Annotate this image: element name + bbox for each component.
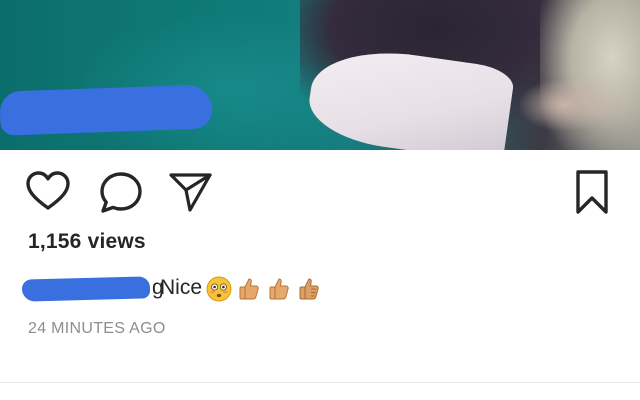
thumbs-up-emoji-icon xyxy=(296,276,322,302)
view-count: 1,156 views xyxy=(28,230,146,253)
send-paper-plane-icon xyxy=(169,173,212,212)
post-actions xyxy=(0,168,640,218)
comment-button[interactable] xyxy=(97,168,145,216)
save-button[interactable] xyxy=(568,168,616,216)
like-button[interactable] xyxy=(24,168,72,216)
thumbs-up-emoji-icon xyxy=(236,276,262,302)
divider xyxy=(0,382,640,383)
post-video[interactable] xyxy=(0,0,640,150)
post-timestamp: 24 MINUTES AGO xyxy=(28,320,166,337)
heart-icon xyxy=(26,171,70,210)
bookmark-icon xyxy=(576,170,608,214)
comment-bubble-icon xyxy=(100,172,142,213)
video-hand xyxy=(520,80,610,130)
redaction-mark xyxy=(0,84,213,136)
caption-text: Nice xyxy=(160,276,203,299)
share-button[interactable] xyxy=(166,168,214,216)
thumbs-up-emoji-icon xyxy=(266,276,292,302)
flushed-face-emoji-icon xyxy=(206,276,232,302)
caption: g Nice xyxy=(21,274,622,308)
username-redaction[interactable] xyxy=(21,276,151,302)
